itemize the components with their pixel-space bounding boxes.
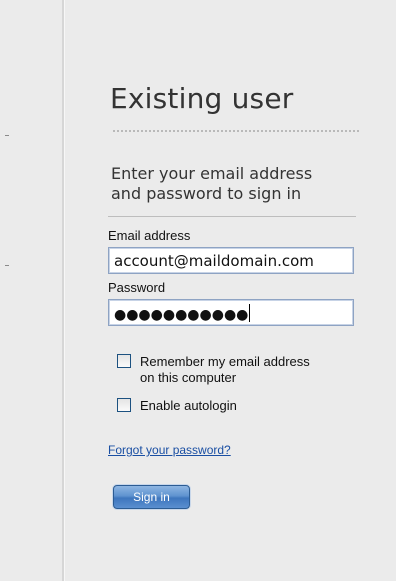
sign-in-button[interactable]: Sign in	[113, 485, 190, 509]
instructions-line-2: and password to sign in	[111, 184, 302, 203]
dotted-separator	[113, 130, 359, 132]
email-field[interactable]: account@maildomain.com	[108, 247, 354, 274]
remember-line-2: on this computer	[140, 370, 237, 385]
password-value: ●●●●●●●●●●●	[114, 307, 249, 323]
password-field[interactable]: ●●●●●●●●●●●	[108, 299, 354, 326]
divider-tick	[5, 135, 9, 136]
instructions-line-1: Enter your email address	[111, 164, 313, 183]
remember-line-1: Remember my email address	[140, 354, 310, 369]
instructions-text: Enter your email address and password to…	[111, 164, 361, 204]
autologin-checkbox[interactable]	[117, 398, 131, 412]
autologin-label[interactable]: Enable autologin	[140, 398, 370, 414]
remember-email-checkbox[interactable]	[117, 354, 131, 368]
email-label: Email address	[108, 228, 191, 243]
autologin-label-text: Enable autologin	[140, 398, 237, 413]
password-label: Password	[108, 280, 166, 295]
section-rule	[108, 216, 356, 217]
left-divider	[62, 0, 64, 581]
divider-tick	[5, 265, 9, 266]
page-title: Existing user	[110, 82, 294, 115]
remember-email-label[interactable]: Remember my email address on this comput…	[140, 354, 370, 386]
text-caret	[249, 304, 251, 322]
forgot-password-link[interactable]: Forgot your password?	[108, 443, 231, 457]
